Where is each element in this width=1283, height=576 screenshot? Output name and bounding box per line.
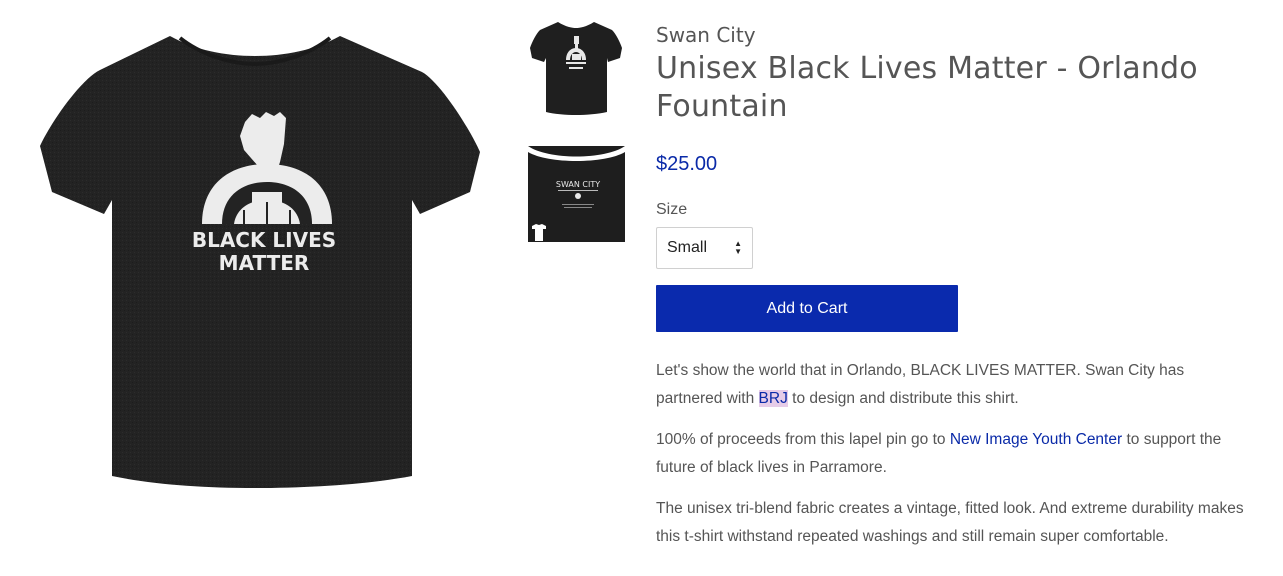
description-paragraph-1: Let's show the world that in Orlando, BL…	[656, 357, 1251, 412]
description-text: to design and distribute this shirt.	[787, 389, 1019, 407]
product-main-image: BLACK LIVES MATTER	[30, 24, 490, 494]
select-arrows-icon: ▲ ▼	[734, 239, 742, 256]
thumbnail-front[interactable]	[528, 18, 625, 118]
add-to-cart-button[interactable]: Add to Cart	[656, 285, 958, 332]
brj-link[interactable]: BRJ	[758, 389, 788, 407]
product-price: $25.00	[656, 153, 718, 175]
vendor-name[interactable]: Swan City	[656, 22, 1256, 48]
shirt-text-line2: MATTER	[219, 251, 310, 275]
new-image-youth-center-link[interactable]: New Image Youth Center	[950, 431, 1122, 448]
size-select[interactable]: Small ▲ ▼	[656, 227, 753, 269]
product-title: Unisex Black Lives Matter - Orlando Foun…	[656, 51, 1198, 124]
shirt-text-line1: BLACK LIVES	[192, 228, 336, 252]
size-select-value: Small	[667, 239, 708, 256]
product-description: Let's show the world that in Orlando, BL…	[656, 357, 1251, 550]
description-paragraph-2: 100% of proceeds from this lapel pin go …	[656, 426, 1251, 481]
description-text: 100% of proceeds from this lapel pin go …	[656, 431, 950, 448]
thumbnail-back[interactable]: SWAN CITY	[528, 146, 625, 242]
product-info: Swan City Unisex Black Lives Matter - Or…	[656, 22, 1256, 564]
description-paragraph-3: The unisex tri-blend fabric creates a vi…	[656, 500, 1244, 545]
back-print-text: SWAN CITY	[556, 180, 600, 189]
size-label: Size	[656, 201, 688, 218]
